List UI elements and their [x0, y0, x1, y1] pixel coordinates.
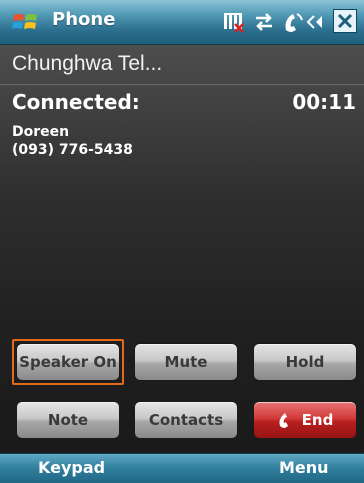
hold-label: Hold	[285, 353, 325, 371]
note-label: Note	[47, 411, 89, 429]
close-button[interactable]	[333, 9, 357, 33]
phone-handset-icon	[279, 413, 288, 428]
title-bar: Phone	[0, 0, 364, 45]
data-sync-icon[interactable]	[252, 10, 276, 34]
keypad-softkey[interactable]: Keypad	[38, 458, 105, 477]
close-icon	[337, 13, 353, 29]
volume-icon[interactable]	[306, 10, 330, 34]
softkey-bar: Keypad Menu	[0, 453, 364, 483]
signal-off-icon[interactable]	[222, 10, 246, 34]
mute-label: Mute	[164, 353, 208, 371]
call-timer: 00:11	[292, 90, 356, 114]
call-status: Connected:	[12, 90, 140, 114]
note-button[interactable]: Note	[16, 401, 120, 439]
menu-softkey[interactable]: Menu	[279, 458, 329, 477]
carrier-name: Chunghwa Tel...	[12, 52, 163, 75]
divider	[0, 84, 364, 85]
contact-number: (093) 776-5438	[12, 142, 133, 158]
phone-call-icon[interactable]	[281, 10, 305, 34]
app-title: Phone	[52, 9, 116, 30]
windows-start-icon[interactable]	[12, 10, 38, 34]
contacts-label: Contacts	[148, 411, 224, 429]
hold-button[interactable]: Hold	[253, 343, 357, 381]
speaker-on-button[interactable]: Speaker On	[16, 343, 120, 381]
phone-screen: Phone Chunghwa Tel... Connected: 00:11 D…	[0, 0, 364, 483]
speaker-on-label: Speaker On	[19, 353, 117, 371]
end-label: End	[301, 411, 334, 429]
end-call-button[interactable]: End	[253, 401, 357, 439]
contacts-button[interactable]: Contacts	[134, 401, 238, 439]
mute-button[interactable]: Mute	[134, 343, 238, 381]
contact-name: Doreen	[12, 124, 70, 140]
